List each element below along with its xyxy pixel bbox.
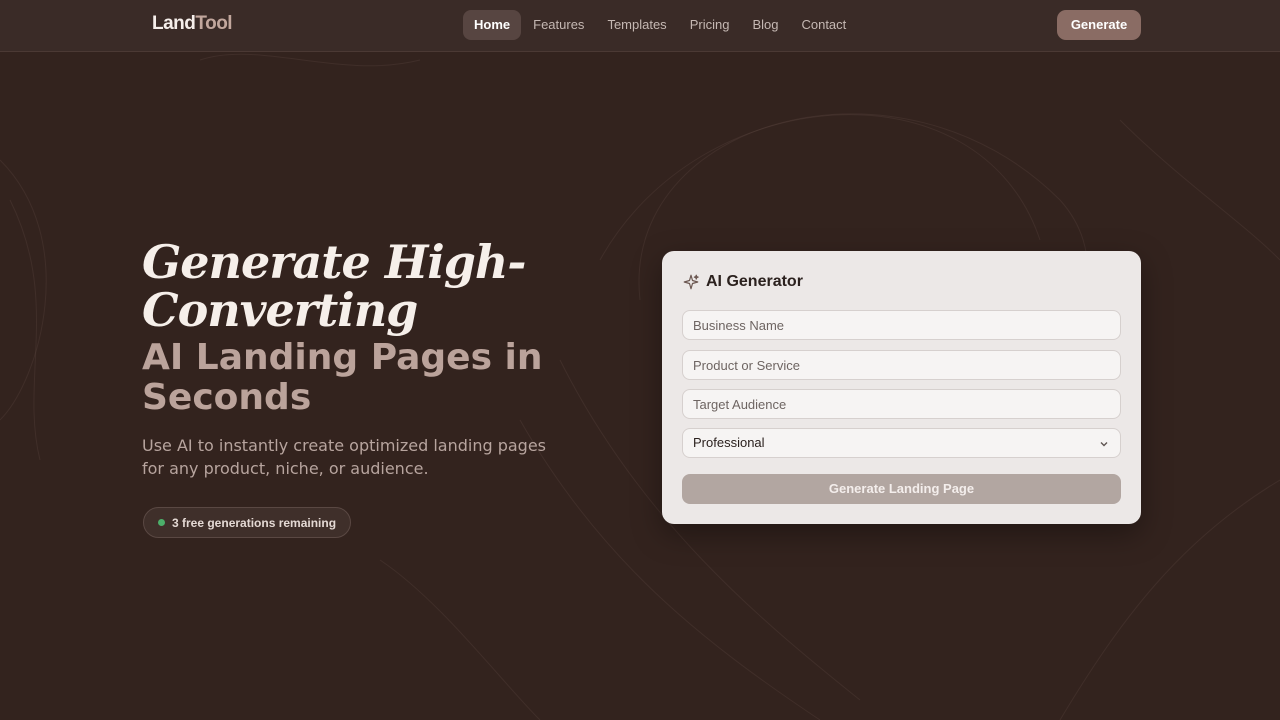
badge-text: 3 free generations remaining bbox=[172, 515, 337, 530]
card-title: AI Generator bbox=[706, 273, 803, 290]
nav-link-features[interactable]: Features bbox=[522, 10, 595, 40]
tone-select[interactable]: Professional bbox=[682, 428, 1121, 458]
tone-select-value: Professional bbox=[693, 435, 765, 450]
nav-link-templates[interactable]: Templates bbox=[596, 10, 677, 40]
target-audience-input[interactable] bbox=[682, 389, 1121, 419]
nav-link-contact[interactable]: Contact bbox=[790, 10, 857, 40]
nav-link-home[interactable]: Home bbox=[463, 10, 522, 40]
ai-generator-card: AI Generator Professional Generate Landi… bbox=[662, 251, 1141, 524]
nav-link-pricing[interactable]: Pricing bbox=[679, 10, 741, 40]
hero-title: Generate High- Converting bbox=[142, 238, 582, 334]
logo-part-tool: Tool bbox=[195, 13, 233, 34]
hero-subtitle: Use AI to instantly create optimized lan… bbox=[142, 436, 547, 478]
business-name-input[interactable] bbox=[682, 310, 1121, 340]
status-dot-icon bbox=[158, 519, 165, 526]
chevron-down-icon bbox=[1100, 442, 1108, 447]
logo-part-land: Land bbox=[152, 13, 196, 34]
free-generations-badge: 3 free generations remaining bbox=[143, 507, 352, 538]
sparkle-icon bbox=[683, 274, 699, 290]
nav-link-blog[interactable]: Blog bbox=[741, 10, 789, 40]
card-header: AI Generator bbox=[682, 273, 803, 291]
hero-title-line1: Generate High- bbox=[142, 235, 526, 289]
generate-landing-page-button[interactable]: Generate Landing Page bbox=[682, 474, 1121, 504]
generate-nav-button[interactable]: Generate bbox=[1057, 10, 1141, 40]
hero-title-accent: AI Landing Pages in Seconds bbox=[142, 337, 543, 418]
hero-title-line2: Converting bbox=[142, 283, 418, 337]
logo[interactable]: LandTool bbox=[152, 13, 233, 35]
product-service-input[interactable] bbox=[682, 350, 1121, 380]
nav-links: Home Features Templates Pricing Blog Con… bbox=[463, 10, 858, 40]
top-nav: LandTool Home Features Templates Pricing… bbox=[0, 0, 1280, 52]
